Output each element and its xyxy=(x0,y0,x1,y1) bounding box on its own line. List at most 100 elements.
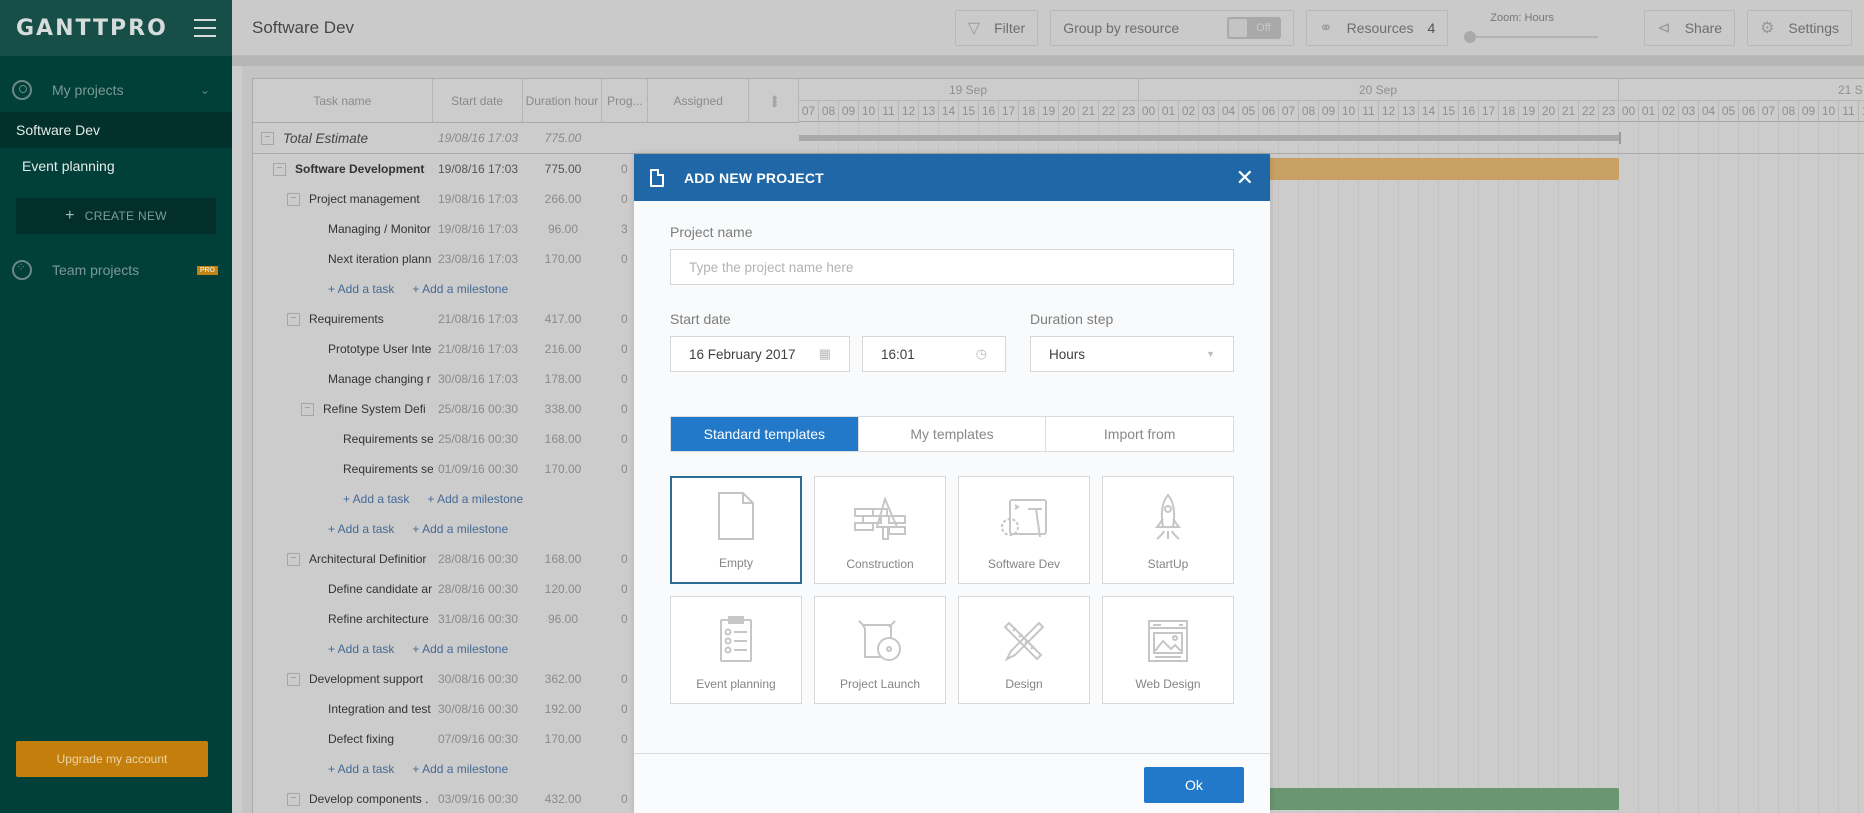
task-name-cell[interactable]: Next iteration plann xyxy=(253,252,433,266)
start-date-cell[interactable]: 30/08/16 17:03 xyxy=(433,372,523,386)
task-name-cell[interactable]: − Project management xyxy=(253,192,433,206)
template-startup[interactable]: StartUp xyxy=(1102,476,1234,584)
collapse-toggle-icon[interactable]: − xyxy=(273,162,286,176)
my-projects-section[interactable]: My projects ⌄ xyxy=(0,68,232,112)
duration-cell[interactable]: 168.00 xyxy=(523,432,603,446)
task-name-cell[interactable]: Defect fixing xyxy=(253,732,433,746)
start-date-cell[interactable]: 19/08/16 17:03 xyxy=(433,192,523,206)
close-icon[interactable]: ✕ xyxy=(1236,165,1254,191)
add-task-link[interactable]: + Add a task xyxy=(343,492,409,506)
collapse-toggle-icon[interactable]: − xyxy=(287,672,300,686)
duration-cell[interactable]: 775.00 xyxy=(523,131,603,145)
task-name-cell[interactable]: Requirements se xyxy=(253,462,433,476)
collapse-toggle-icon[interactable]: − xyxy=(287,192,300,206)
start-date-cell[interactable]: 19/08/16 17:03 xyxy=(433,222,523,236)
filter-button[interactable]: ▽ Filter xyxy=(954,9,1039,46)
duration-cell[interactable]: 168.00 xyxy=(523,552,603,566)
task-name-cell[interactable]: Prototype User Inte xyxy=(253,342,433,356)
column-header-duration[interactable]: Duration hour xyxy=(523,79,603,122)
duration-cell[interactable]: 170.00 xyxy=(523,732,603,746)
chevron-down-icon[interactable]: ⌄ xyxy=(200,83,210,97)
task-name-cell[interactable]: − Total Estimate xyxy=(253,131,433,146)
start-date-cell[interactable]: 31/08/16 00:30 xyxy=(433,612,523,626)
start-date-cell[interactable]: 28/08/16 00:30 xyxy=(433,582,523,596)
task-name-cell[interactable]: Manage changing r xyxy=(253,372,433,386)
start-date-cell[interactable]: 23/08/16 17:03 xyxy=(433,252,523,266)
start-date-field[interactable]: 16 February 2017 ▦ xyxy=(670,336,850,372)
duration-cell[interactable]: 338.00 xyxy=(523,402,603,416)
add-milestone-link[interactable]: + Add a milestone xyxy=(427,492,523,506)
total-summary-bar[interactable] xyxy=(799,132,1621,144)
hamburger-menu-icon[interactable] xyxy=(194,19,216,37)
tab-import-from[interactable]: Import from xyxy=(1046,417,1234,451)
template-empty[interactable]: Empty xyxy=(670,476,802,584)
start-date-cell[interactable]: 25/08/16 00:30 xyxy=(433,402,523,416)
add-milestone-link[interactable]: + Add a milestone xyxy=(412,522,508,536)
upgrade-account-button[interactable]: Upgrade my account xyxy=(16,741,208,777)
collapse-toggle-icon[interactable]: − xyxy=(261,131,274,145)
duration-cell[interactable]: 192.00 xyxy=(523,702,603,716)
duration-cell[interactable]: 96.00 xyxy=(523,222,603,236)
tab-my-templates[interactable]: My templates xyxy=(858,417,1047,451)
column-header-progress[interactable]: Prog... xyxy=(602,79,649,122)
start-date-cell[interactable]: 03/09/16 00:30 xyxy=(433,792,523,806)
start-time-field[interactable]: 16:01 ◷ xyxy=(862,336,1006,372)
calendar-icon[interactable]: ▦ xyxy=(819,346,831,362)
template-web-design[interactable]: Web Design xyxy=(1102,596,1234,704)
start-date-cell[interactable]: 30/08/16 00:30 xyxy=(433,702,523,716)
add-milestone-link[interactable]: + Add a milestone xyxy=(412,762,508,776)
collapse-toggle-icon[interactable]: − xyxy=(287,552,300,566)
duration-cell[interactable]: 216.00 xyxy=(523,342,603,356)
ok-button[interactable]: Ok xyxy=(1144,767,1244,803)
add-task-link[interactable]: + Add a task xyxy=(328,642,394,656)
start-date-cell[interactable]: 07/09/16 00:30 xyxy=(433,732,523,746)
template-design[interactable]: Design xyxy=(958,596,1090,704)
duration-cell[interactable]: 170.00 xyxy=(523,252,603,266)
column-header-task-name[interactable]: Task name xyxy=(253,79,433,122)
duration-cell[interactable]: 775.00 xyxy=(523,162,603,176)
zoom-slider-thumb[interactable] xyxy=(1464,30,1477,43)
add-task-link[interactable]: + Add a task xyxy=(328,762,394,776)
add-task-link[interactable]: + Add a task xyxy=(328,282,394,296)
task-name-cell[interactable]: − Software Development xyxy=(253,162,433,176)
column-header-start-date[interactable]: Start date xyxy=(433,79,523,122)
resources-button[interactable]: ⚭ Resources 4 xyxy=(1306,9,1449,46)
duration-cell[interactable]: 432.00 xyxy=(523,792,603,806)
ganttpro-logo[interactable]: GANTTPRO xyxy=(16,16,168,41)
table-row[interactable]: − Total Estimate 19/08/16 17:03 775.00 xyxy=(253,123,799,154)
task-name-cell[interactable]: Managing / Monitor xyxy=(253,222,433,236)
project-name-field[interactable] xyxy=(670,249,1234,285)
collapse-toggle-icon[interactable]: − xyxy=(287,312,300,326)
duration-cell[interactable]: 96.00 xyxy=(523,612,603,626)
sidebar-project-software-dev[interactable]: Software Dev xyxy=(0,112,232,148)
duration-cell[interactable]: 417.00 xyxy=(523,312,603,326)
start-date-cell[interactable]: 25/08/16 00:30 xyxy=(433,432,523,446)
settings-button[interactable]: ⚙ Settings xyxy=(1747,9,1852,46)
clock-icon[interactable]: ◷ xyxy=(976,346,987,362)
add-milestone-link[interactable]: + Add a milestone xyxy=(412,642,508,656)
column-options-button[interactable]: ••• xyxy=(749,79,799,122)
task-name-cell[interactable]: − Development support xyxy=(253,672,433,686)
duration-cell[interactable]: 178.00 xyxy=(523,372,603,386)
tab-standard-templates[interactable]: Standard templates xyxy=(671,417,859,451)
start-date-cell[interactable]: 19/08/16 17:03 xyxy=(433,131,523,145)
sidebar-project-event-planning[interactable]: Event planning xyxy=(0,148,232,184)
add-task-link[interactable]: + Add a task xyxy=(328,522,394,536)
template-software-dev[interactable]: Software Dev xyxy=(958,476,1090,584)
add-milestone-link[interactable]: + Add a milestone xyxy=(412,282,508,296)
start-date-cell[interactable]: 30/08/16 00:30 xyxy=(433,672,523,686)
task-name-cell[interactable]: − Requirements xyxy=(253,312,433,326)
template-event-planning[interactable]: Event planning xyxy=(670,596,802,704)
task-name-cell[interactable]: Refine architecture xyxy=(253,612,433,626)
project-name-input[interactable] xyxy=(689,259,1215,275)
task-name-cell[interactable]: − Develop components . xyxy=(253,792,433,806)
start-date-cell[interactable]: 28/08/16 00:30 xyxy=(433,552,523,566)
start-date-cell[interactable]: 21/08/16 17:03 xyxy=(433,312,523,326)
duration-cell[interactable]: 266.00 xyxy=(523,192,603,206)
task-name-cell[interactable]: Requirements se xyxy=(253,432,433,446)
share-button[interactable]: ⊲ Share xyxy=(1644,9,1736,46)
collapse-toggle-icon[interactable]: − xyxy=(301,402,314,416)
collapse-toggle-icon[interactable]: − xyxy=(287,792,300,806)
task-name-cell[interactable]: − Architectural Definitior xyxy=(253,552,433,566)
column-header-assigned[interactable]: Assigned xyxy=(648,79,750,122)
